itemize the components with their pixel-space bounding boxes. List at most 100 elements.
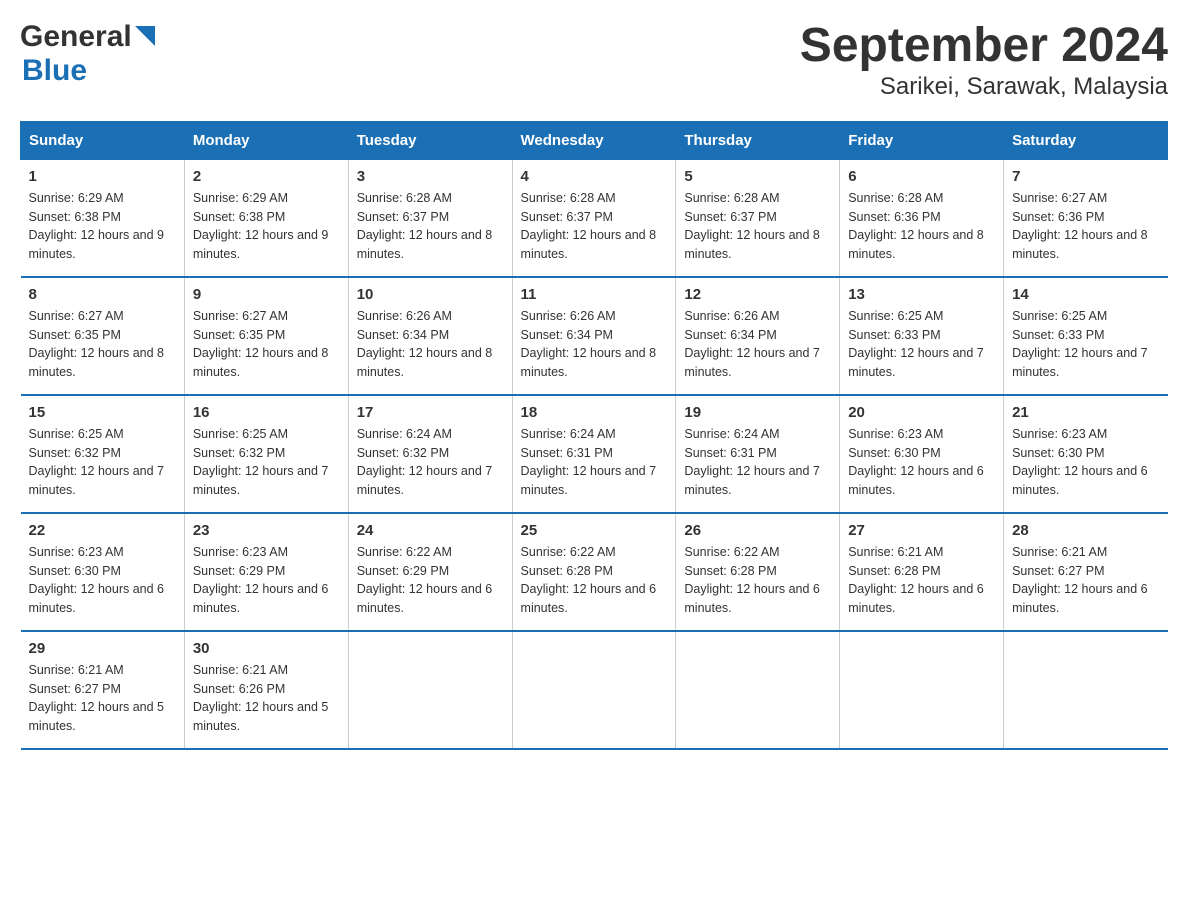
day-info: Sunrise: 6:25 AMSunset: 6:32 PMDaylight:… bbox=[193, 427, 329, 497]
calendar-table: SundayMondayTuesdayWednesdayThursdayFrid… bbox=[20, 121, 1168, 750]
day-info: Sunrise: 6:21 AMSunset: 6:27 PMDaylight:… bbox=[1012, 545, 1148, 615]
calendar-cell: 9 Sunrise: 6:27 AMSunset: 6:35 PMDayligh… bbox=[184, 277, 348, 395]
day-header-thursday: Thursday bbox=[676, 121, 840, 159]
day-info: Sunrise: 6:28 AMSunset: 6:37 PMDaylight:… bbox=[357, 191, 493, 261]
calendar-cell: 16 Sunrise: 6:25 AMSunset: 6:32 PMDaylig… bbox=[184, 395, 348, 513]
day-info: Sunrise: 6:27 AMSunset: 6:36 PMDaylight:… bbox=[1012, 191, 1148, 261]
day-info: Sunrise: 6:21 AMSunset: 6:27 PMDaylight:… bbox=[29, 663, 165, 733]
day-number: 28 bbox=[1012, 522, 1159, 539]
calendar-cell: 25 Sunrise: 6:22 AMSunset: 6:28 PMDaylig… bbox=[512, 513, 676, 631]
day-number: 7 bbox=[1012, 168, 1159, 185]
day-number: 15 bbox=[29, 404, 176, 421]
day-info: Sunrise: 6:24 AMSunset: 6:32 PMDaylight:… bbox=[357, 427, 493, 497]
day-info: Sunrise: 6:27 AMSunset: 6:35 PMDaylight:… bbox=[193, 309, 329, 379]
day-number: 30 bbox=[193, 640, 340, 657]
calendar-cell: 2 Sunrise: 6:29 AMSunset: 6:38 PMDayligh… bbox=[184, 159, 348, 277]
day-info: Sunrise: 6:25 AMSunset: 6:33 PMDaylight:… bbox=[848, 309, 984, 379]
day-number: 9 bbox=[193, 286, 340, 303]
day-header-friday: Friday bbox=[840, 121, 1004, 159]
calendar-cell: 14 Sunrise: 6:25 AMSunset: 6:33 PMDaylig… bbox=[1004, 277, 1168, 395]
calendar-cell: 10 Sunrise: 6:26 AMSunset: 6:34 PMDaylig… bbox=[348, 277, 512, 395]
calendar-cell: 13 Sunrise: 6:25 AMSunset: 6:33 PMDaylig… bbox=[840, 277, 1004, 395]
day-number: 22 bbox=[29, 522, 176, 539]
calendar-cell: 18 Sunrise: 6:24 AMSunset: 6:31 PMDaylig… bbox=[512, 395, 676, 513]
calendar-cell bbox=[840, 631, 1004, 749]
day-number: 8 bbox=[29, 286, 176, 303]
day-info: Sunrise: 6:29 AMSunset: 6:38 PMDaylight:… bbox=[29, 191, 165, 261]
day-number: 12 bbox=[684, 286, 831, 303]
day-info: Sunrise: 6:24 AMSunset: 6:31 PMDaylight:… bbox=[521, 427, 657, 497]
page-header: General Blue September 2024 Sarikei, Sar… bbox=[20, 20, 1168, 101]
calendar-cell: 8 Sunrise: 6:27 AMSunset: 6:35 PMDayligh… bbox=[21, 277, 185, 395]
week-row-2: 8 Sunrise: 6:27 AMSunset: 6:35 PMDayligh… bbox=[21, 277, 1168, 395]
week-row-3: 15 Sunrise: 6:25 AMSunset: 6:32 PMDaylig… bbox=[21, 395, 1168, 513]
day-header-sunday: Sunday bbox=[21, 121, 185, 159]
day-number: 10 bbox=[357, 286, 504, 303]
calendar-cell: 27 Sunrise: 6:21 AMSunset: 6:28 PMDaylig… bbox=[840, 513, 1004, 631]
calendar-subtitle: Sarikei, Sarawak, Malaysia bbox=[800, 73, 1168, 101]
day-number: 14 bbox=[1012, 286, 1159, 303]
calendar-cell: 22 Sunrise: 6:23 AMSunset: 6:30 PMDaylig… bbox=[21, 513, 185, 631]
calendar-cell bbox=[512, 631, 676, 749]
day-info: Sunrise: 6:26 AMSunset: 6:34 PMDaylight:… bbox=[521, 309, 657, 379]
day-info: Sunrise: 6:22 AMSunset: 6:29 PMDaylight:… bbox=[357, 545, 493, 615]
week-row-1: 1 Sunrise: 6:29 AMSunset: 6:38 PMDayligh… bbox=[21, 159, 1168, 277]
day-number: 19 bbox=[684, 404, 831, 421]
day-header-monday: Monday bbox=[184, 121, 348, 159]
day-header-row: SundayMondayTuesdayWednesdayThursdayFrid… bbox=[21, 121, 1168, 159]
day-header-saturday: Saturday bbox=[1004, 121, 1168, 159]
logo-triangle-icon bbox=[135, 26, 155, 51]
calendar-cell: 6 Sunrise: 6:28 AMSunset: 6:36 PMDayligh… bbox=[840, 159, 1004, 277]
day-info: Sunrise: 6:26 AMSunset: 6:34 PMDaylight:… bbox=[684, 309, 820, 379]
day-info: Sunrise: 6:21 AMSunset: 6:28 PMDaylight:… bbox=[848, 545, 984, 615]
day-info: Sunrise: 6:23 AMSunset: 6:30 PMDaylight:… bbox=[1012, 427, 1148, 497]
day-info: Sunrise: 6:28 AMSunset: 6:37 PMDaylight:… bbox=[684, 191, 820, 261]
logo: General Blue bbox=[20, 20, 155, 88]
day-number: 21 bbox=[1012, 404, 1159, 421]
calendar-cell: 17 Sunrise: 6:24 AMSunset: 6:32 PMDaylig… bbox=[348, 395, 512, 513]
day-number: 20 bbox=[848, 404, 995, 421]
day-number: 13 bbox=[848, 286, 995, 303]
title-area: September 2024 Sarikei, Sarawak, Malaysi… bbox=[800, 20, 1168, 101]
day-number: 4 bbox=[521, 168, 668, 185]
calendar-title: September 2024 bbox=[800, 20, 1168, 73]
day-number: 2 bbox=[193, 168, 340, 185]
day-info: Sunrise: 6:23 AMSunset: 6:30 PMDaylight:… bbox=[848, 427, 984, 497]
day-info: Sunrise: 6:21 AMSunset: 6:26 PMDaylight:… bbox=[193, 663, 329, 733]
calendar-cell: 7 Sunrise: 6:27 AMSunset: 6:36 PMDayligh… bbox=[1004, 159, 1168, 277]
calendar-cell: 24 Sunrise: 6:22 AMSunset: 6:29 PMDaylig… bbox=[348, 513, 512, 631]
day-info: Sunrise: 6:22 AMSunset: 6:28 PMDaylight:… bbox=[684, 545, 820, 615]
day-info: Sunrise: 6:24 AMSunset: 6:31 PMDaylight:… bbox=[684, 427, 820, 497]
calendar-cell: 28 Sunrise: 6:21 AMSunset: 6:27 PMDaylig… bbox=[1004, 513, 1168, 631]
calendar-cell: 30 Sunrise: 6:21 AMSunset: 6:26 PMDaylig… bbox=[184, 631, 348, 749]
day-number: 1 bbox=[29, 168, 176, 185]
calendar-cell: 19 Sunrise: 6:24 AMSunset: 6:31 PMDaylig… bbox=[676, 395, 840, 513]
day-info: Sunrise: 6:23 AMSunset: 6:30 PMDaylight:… bbox=[29, 545, 165, 615]
day-number: 27 bbox=[848, 522, 995, 539]
day-number: 29 bbox=[29, 640, 176, 657]
day-number: 3 bbox=[357, 168, 504, 185]
calendar-cell: 11 Sunrise: 6:26 AMSunset: 6:34 PMDaylig… bbox=[512, 277, 676, 395]
day-number: 26 bbox=[684, 522, 831, 539]
day-info: Sunrise: 6:28 AMSunset: 6:36 PMDaylight:… bbox=[848, 191, 984, 261]
day-info: Sunrise: 6:25 AMSunset: 6:33 PMDaylight:… bbox=[1012, 309, 1148, 379]
calendar-cell: 4 Sunrise: 6:28 AMSunset: 6:37 PMDayligh… bbox=[512, 159, 676, 277]
calendar-cell: 1 Sunrise: 6:29 AMSunset: 6:38 PMDayligh… bbox=[21, 159, 185, 277]
calendar-cell bbox=[348, 631, 512, 749]
calendar-cell: 29 Sunrise: 6:21 AMSunset: 6:27 PMDaylig… bbox=[21, 631, 185, 749]
day-number: 24 bbox=[357, 522, 504, 539]
calendar-cell: 12 Sunrise: 6:26 AMSunset: 6:34 PMDaylig… bbox=[676, 277, 840, 395]
day-info: Sunrise: 6:22 AMSunset: 6:28 PMDaylight:… bbox=[521, 545, 657, 615]
day-number: 18 bbox=[521, 404, 668, 421]
day-number: 17 bbox=[357, 404, 504, 421]
day-info: Sunrise: 6:27 AMSunset: 6:35 PMDaylight:… bbox=[29, 309, 165, 379]
week-row-4: 22 Sunrise: 6:23 AMSunset: 6:30 PMDaylig… bbox=[21, 513, 1168, 631]
calendar-cell: 26 Sunrise: 6:22 AMSunset: 6:28 PMDaylig… bbox=[676, 513, 840, 631]
day-header-wednesday: Wednesday bbox=[512, 121, 676, 159]
day-info: Sunrise: 6:23 AMSunset: 6:29 PMDaylight:… bbox=[193, 545, 329, 615]
calendar-cell: 21 Sunrise: 6:23 AMSunset: 6:30 PMDaylig… bbox=[1004, 395, 1168, 513]
day-info: Sunrise: 6:29 AMSunset: 6:38 PMDaylight:… bbox=[193, 191, 329, 261]
calendar-cell bbox=[676, 631, 840, 749]
day-number: 6 bbox=[848, 168, 995, 185]
day-number: 11 bbox=[521, 286, 668, 303]
